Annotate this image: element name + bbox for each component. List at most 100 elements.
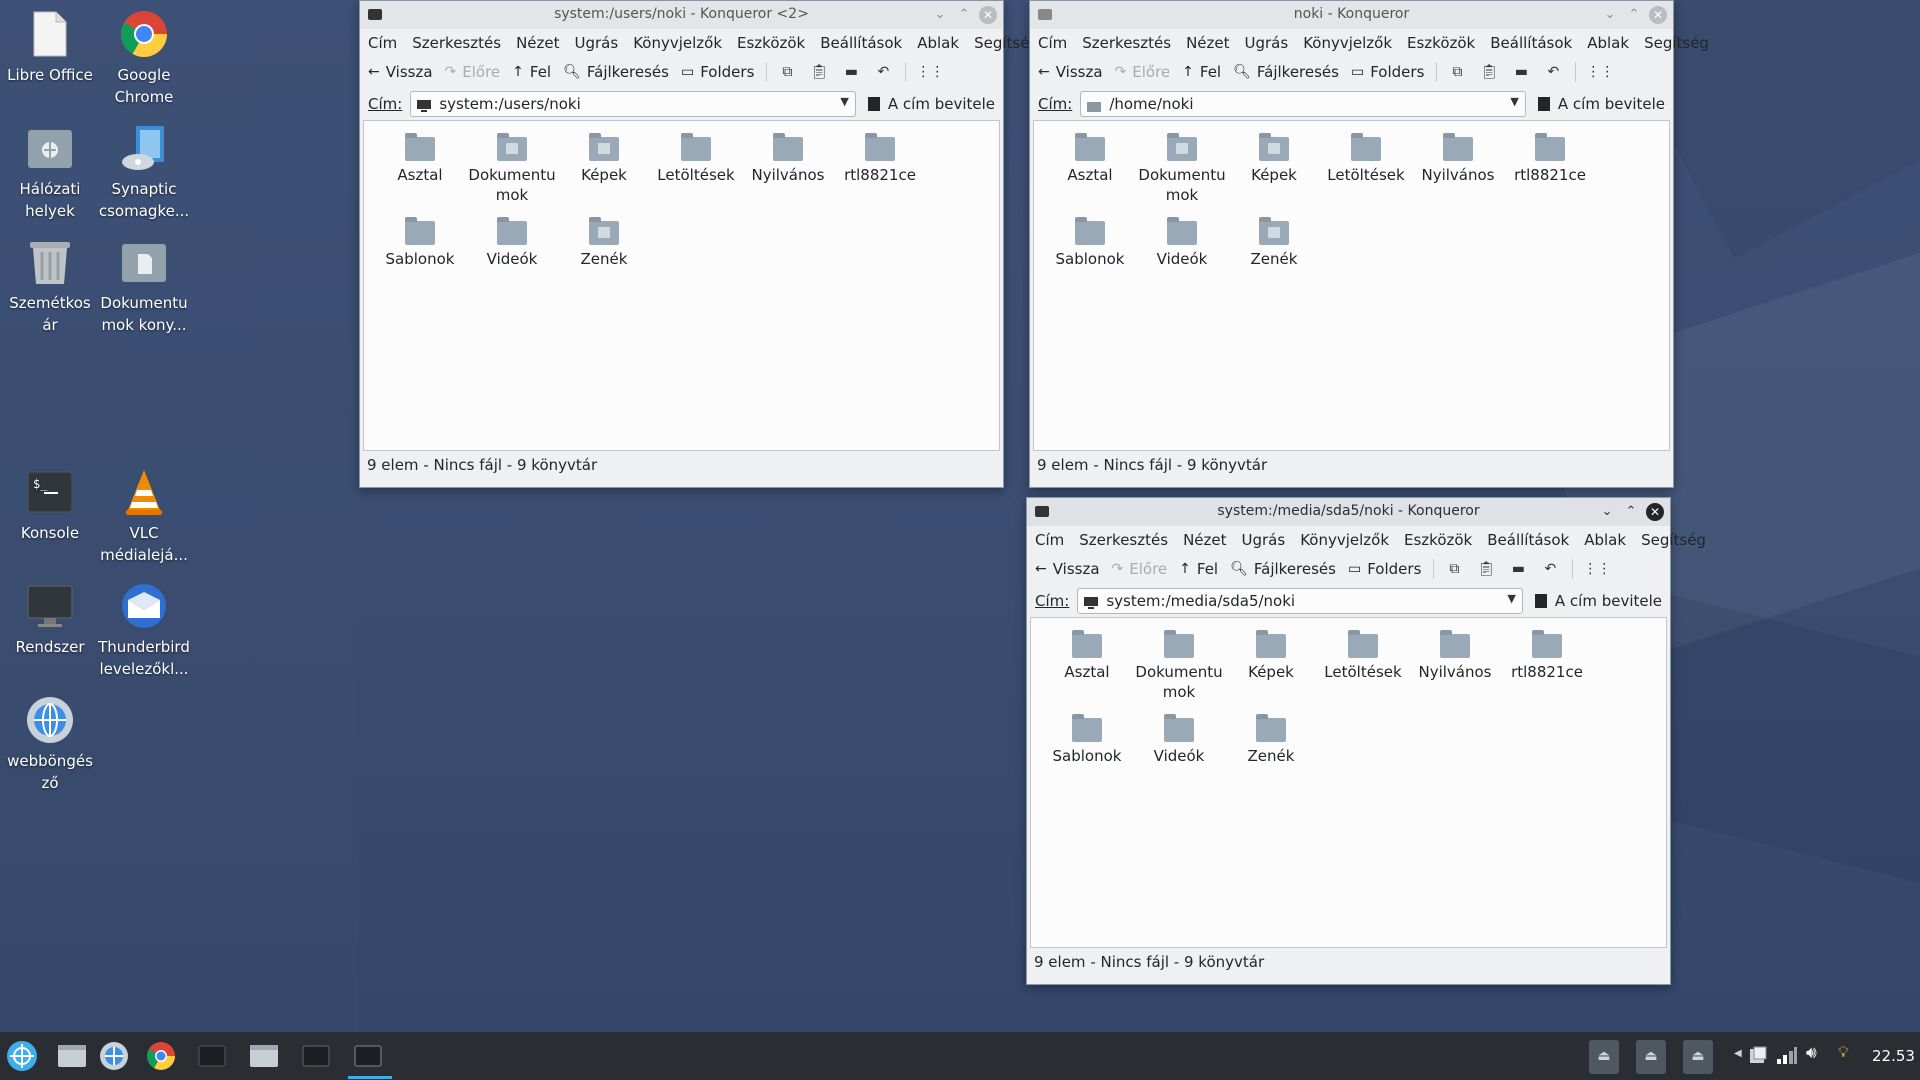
up-button[interactable]: ↑ Fel bbox=[1179, 560, 1218, 578]
paste-icon[interactable]: 📋︎ bbox=[1479, 62, 1499, 82]
address-combobox[interactable]: /home/noki ▼ bbox=[1080, 91, 1526, 117]
tray-eject-icon[interactable]: ⏏ bbox=[1636, 1040, 1666, 1074]
menu-cim[interactable]: Cím bbox=[1035, 531, 1064, 549]
folder-item[interactable]: Képek bbox=[1225, 626, 1317, 710]
menu-ablak[interactable]: Ablak bbox=[917, 34, 959, 52]
folder-item[interactable]: Asztal bbox=[1041, 626, 1133, 710]
folder-item[interactable]: Nyilvános bbox=[1412, 129, 1504, 213]
paste-icon[interactable]: 📋︎ bbox=[809, 62, 829, 82]
enter-address-button[interactable]: A cím bevitele bbox=[1537, 95, 1665, 113]
address-combobox[interactable]: system:/media/sda5/noki ▼ bbox=[1077, 588, 1523, 614]
folder-item[interactable]: Dokumentu mok bbox=[466, 129, 558, 213]
view-mode-icon[interactable]: ⋮⋮ bbox=[1583, 559, 1611, 579]
konqueror-window-users[interactable]: system:/users/noki - Konqueror <2> ⌄ ⌃ ✕… bbox=[359, 0, 1039, 488]
file-search-button[interactable]: 🔍︎ Fájlkeresés bbox=[1230, 560, 1336, 578]
folder-item[interactable]: Nyilvános bbox=[742, 129, 834, 213]
menu-konyvjelzok[interactable]: Könyvjelzők bbox=[1303, 34, 1392, 52]
desktop-icon-chrome[interactable]: Google Chrome bbox=[94, 8, 194, 108]
desktop-icon-synaptic[interactable]: Synaptic csomagke... bbox=[94, 122, 194, 222]
web-browser-icon[interactable] bbox=[98, 1040, 130, 1072]
forward-button[interactable]: ↷ Előre bbox=[445, 63, 501, 81]
up-button[interactable]: ↑ Fel bbox=[1182, 63, 1221, 81]
undo-icon[interactable]: ↶ bbox=[1540, 559, 1560, 579]
forward-button[interactable]: ↷ Előre bbox=[1112, 560, 1168, 578]
file-search-button[interactable]: 🔍︎ Fájlkeresés bbox=[1233, 63, 1339, 81]
menu-ugras[interactable]: Ugrás bbox=[1242, 531, 1286, 549]
folder-item[interactable]: Zenék bbox=[1225, 710, 1317, 794]
window-titlebar[interactable]: system:/media/sda5/noki - Konqueror ⌄ ⌃ … bbox=[1027, 498, 1670, 526]
menu-cim[interactable]: Cím bbox=[368, 34, 397, 52]
up-button[interactable]: ↑ Fel bbox=[512, 63, 551, 81]
menu-beallitasok[interactable]: Beállítások bbox=[820, 34, 902, 52]
back-button[interactable]: ← Vissza bbox=[1038, 63, 1103, 81]
desktop-icon-network[interactable]: Hálózati helyek bbox=[0, 122, 100, 222]
trash-icon[interactable]: ▬ bbox=[841, 62, 861, 82]
network-signal-icon[interactable] bbox=[1776, 1045, 1798, 1069]
view-mode-icon[interactable]: ⋮⋮ bbox=[1586, 62, 1614, 82]
clipboard-icon[interactable] bbox=[1748, 1045, 1768, 1069]
menu-nezet[interactable]: Nézet bbox=[1186, 34, 1229, 52]
maximize-icon[interactable]: ⌃ bbox=[1625, 6, 1643, 24]
menu-segitseg[interactable]: Segítség bbox=[1641, 531, 1706, 549]
back-button[interactable]: ← Vissza bbox=[1035, 560, 1100, 578]
menu-nezet[interactable]: Nézet bbox=[516, 34, 559, 52]
dropdown-arrow-icon[interactable]: ▼ bbox=[1510, 95, 1518, 108]
minimize-icon[interactable]: ⌄ bbox=[1598, 503, 1616, 521]
file-view[interactable]: Asztal Dokumentu mok Képek Letöltések Nyi… bbox=[363, 120, 1000, 451]
undo-icon[interactable]: ↶ bbox=[873, 62, 893, 82]
folder-item[interactable]: Sablonok bbox=[374, 213, 466, 297]
menu-ugras[interactable]: Ugrás bbox=[1245, 34, 1289, 52]
desktop-icon-vlc[interactable]: VLC médialejá... bbox=[94, 466, 194, 566]
menu-konyvjelzok[interactable]: Könyvjelzők bbox=[633, 34, 722, 52]
clock[interactable]: 22.53 bbox=[1872, 1047, 1915, 1065]
file-view[interactable]: Asztal Dokumentu mok Képek Letöltések Nyi… bbox=[1033, 120, 1670, 451]
volume-icon[interactable]: 🔊︎ bbox=[1806, 1043, 1817, 1063]
tray-eject-icon[interactable]: ⏏ bbox=[1683, 1040, 1713, 1074]
konqueror-window-media[interactable]: system:/media/sda5/noki - Konqueror ⌄ ⌃ … bbox=[1026, 497, 1706, 985]
task-window-active-icon[interactable] bbox=[352, 1040, 384, 1072]
folder-item[interactable]: Zenék bbox=[1228, 213, 1320, 297]
task-dolphin-icon[interactable] bbox=[248, 1040, 280, 1072]
copy-icon[interactable]: ⧉ bbox=[1447, 62, 1467, 82]
file-view[interactable]: Asztal Dokumentu mok Képek Letöltések Nyi… bbox=[1030, 617, 1667, 948]
desktop-icon-system[interactable]: Rendszer bbox=[0, 580, 100, 658]
menu-nezet[interactable]: Nézet bbox=[1183, 531, 1226, 549]
address-combobox[interactable]: system:/users/noki ▼ bbox=[410, 91, 856, 117]
tray-eject-icon[interactable]: ⏏ bbox=[1589, 1040, 1619, 1074]
close-icon[interactable]: ✕ bbox=[1646, 503, 1664, 521]
folder-item[interactable]: rtl8821ce bbox=[1504, 129, 1596, 213]
konqueror-window-home[interactable]: noki - Konqueror ⌄ ⌃ ✕ Cím Szerkesztés N… bbox=[1029, 0, 1709, 488]
folder-item[interactable]: Dokumentu mok bbox=[1133, 626, 1225, 710]
maximize-icon[interactable]: ⌃ bbox=[1622, 503, 1640, 521]
close-icon[interactable]: ✕ bbox=[979, 6, 997, 24]
menu-ablak[interactable]: Ablak bbox=[1587, 34, 1629, 52]
folder-item[interactable]: Videók bbox=[1136, 213, 1228, 297]
desktop-icon-webbrowser[interactable]: webböngés ző bbox=[0, 694, 100, 794]
minimize-icon[interactable]: ⌄ bbox=[1601, 6, 1619, 24]
maximize-icon[interactable]: ⌃ bbox=[955, 6, 973, 24]
view-mode-icon[interactable]: ⋮⋮ bbox=[916, 62, 944, 82]
task-konsole-icon[interactable] bbox=[196, 1040, 228, 1072]
folders-button[interactable]: ▭ Folders bbox=[1351, 63, 1424, 81]
menu-szerkesztes[interactable]: Szerkesztés bbox=[412, 34, 501, 52]
dropdown-arrow-icon[interactable]: ▼ bbox=[1507, 592, 1515, 605]
desktop-icon-trash[interactable]: Szemétkos ár bbox=[0, 236, 100, 336]
trash-icon[interactable]: ▬ bbox=[1511, 62, 1531, 82]
menu-eszkozok[interactable]: Eszközök bbox=[1404, 531, 1472, 549]
menu-beallitasok[interactable]: Beállítások bbox=[1487, 531, 1569, 549]
desktop-icon-konsole[interactable]: $_ Konsole bbox=[0, 466, 100, 544]
folder-item[interactable]: Képek bbox=[558, 129, 650, 213]
back-button[interactable]: ← Vissza bbox=[368, 63, 433, 81]
folder-item[interactable]: Letöltések bbox=[650, 129, 742, 213]
menu-eszkozok[interactable]: Eszközök bbox=[1407, 34, 1475, 52]
folders-button[interactable]: ▭ Folders bbox=[681, 63, 754, 81]
undo-icon[interactable]: ↶ bbox=[1543, 62, 1563, 82]
enter-address-button[interactable]: A cím bevitele bbox=[1534, 592, 1662, 610]
desktop-icon-thunderbird[interactable]: Thunderbird levelezőkl... bbox=[94, 580, 194, 680]
file-search-button[interactable]: 🔍︎ Fájlkeresés bbox=[563, 63, 669, 81]
close-icon[interactable]: ✕ bbox=[1649, 6, 1667, 24]
task-window-icon[interactable] bbox=[300, 1040, 332, 1072]
window-titlebar[interactable]: system:/users/noki - Konqueror <2> ⌄ ⌃ ✕ bbox=[360, 1, 1003, 29]
folder-item[interactable]: Képek bbox=[1228, 129, 1320, 213]
folder-item[interactable]: Nyilvános bbox=[1409, 626, 1501, 710]
